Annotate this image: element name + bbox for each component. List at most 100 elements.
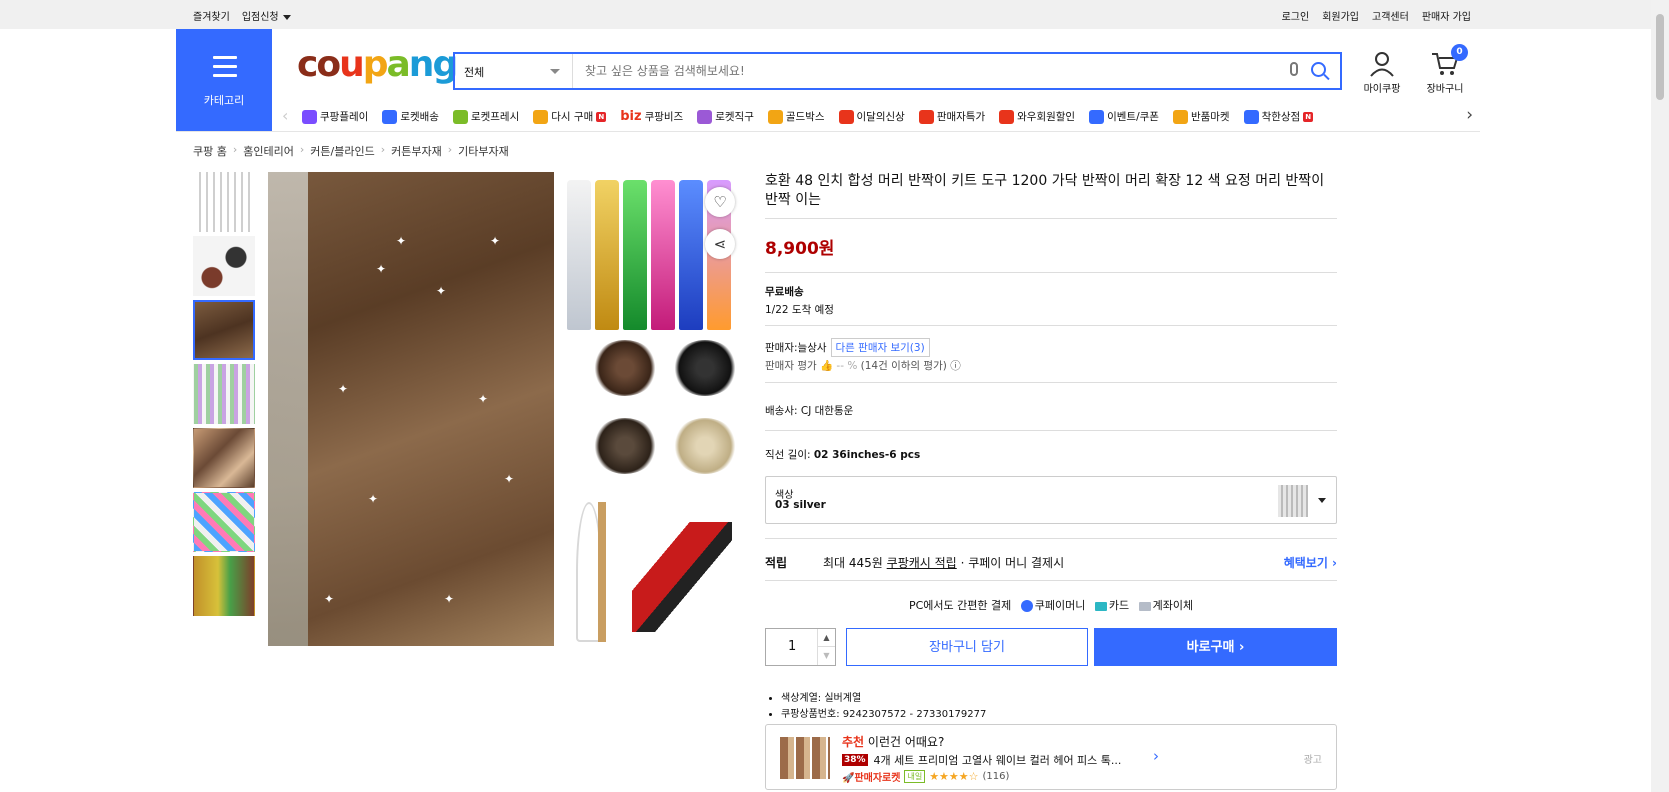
microphone-icon[interactable] xyxy=(1290,62,1298,76)
info-icon[interactable]: ⓘ xyxy=(950,360,961,372)
add-to-cart-button[interactable]: 장바구니 담기 xyxy=(846,628,1088,666)
breadcrumb-item[interactable]: 커튼부자재 xyxy=(391,143,442,159)
nav-item-label: 로켓직구 xyxy=(715,111,754,123)
nav-next-icon[interactable]: › xyxy=(1466,105,1473,125)
sparkle-icon: ✦ xyxy=(376,262,387,276)
nav-item-icon xyxy=(302,109,317,124)
nav-item-icon: biz xyxy=(620,109,642,124)
nav-item-icon xyxy=(697,109,713,124)
thumbnail-7[interactable] xyxy=(193,556,255,616)
heart-icon[interactable]: ♡ xyxy=(705,187,735,217)
breadcrumb: 쿠팡 홈 › 홈인테리어 › 커튼/블라인드 › 커튼부자재 › 기타부자재 xyxy=(193,143,509,159)
nav-item[interactable]: 다시 구매 N xyxy=(533,109,607,124)
nav-item-icon xyxy=(838,109,854,124)
benefit-link[interactable]: 혜택보기 › xyxy=(1284,554,1337,571)
thumbnail-3-selected[interactable] xyxy=(193,300,255,360)
nav-item-icon xyxy=(382,109,398,124)
customer-center-link[interactable]: 고객센터 xyxy=(1372,8,1409,23)
nav-prev-icon[interactable]: ‹ xyxy=(282,106,288,125)
search-input[interactable] xyxy=(583,60,1223,82)
increment-icon[interactable]: ▲ xyxy=(818,629,835,647)
thumbnail-6[interactable] xyxy=(193,492,255,552)
nav-item[interactable]: biz 쿠팡비즈 xyxy=(620,109,683,124)
nav-item-icon xyxy=(1172,109,1188,124)
beads-blonde xyxy=(672,418,738,474)
breadcrumb-item[interactable]: 기타부자재 xyxy=(458,143,509,159)
search-icon[interactable] xyxy=(1311,62,1326,77)
caret-down-icon xyxy=(282,14,291,20)
breadcrumb-item[interactable]: 홈인테리어 xyxy=(243,143,294,159)
search-bar: 전체 xyxy=(453,52,1342,90)
reward-tail: · 쿠페이 머니 결제시 xyxy=(960,556,1065,570)
seller-rating: 판매자 평가 👍 -- % (14건 이하의 평가) ⓘ xyxy=(765,358,961,373)
product-main-image[interactable]: ✦ ✦ ✦ ✦ ✦ ✦ ✦ ✦ ✦ ✦ xyxy=(268,172,554,646)
beads-dark xyxy=(592,418,658,474)
pliers-tool xyxy=(632,522,732,632)
nav-item[interactable]: 쿠팡플레이 xyxy=(302,109,368,124)
other-sellers-button[interactable]: 다른 판매자 보기(3) xyxy=(830,338,930,357)
sell-apply-label: 입점신청 xyxy=(241,12,279,23)
nav-item[interactable]: 이달의신상 xyxy=(838,109,905,124)
cart-button[interactable]: 0 장바구니 xyxy=(1422,44,1468,95)
chevron-right-icon[interactable]: › xyxy=(1153,747,1159,765)
thumbnail-4[interactable] xyxy=(193,364,255,424)
nav-item[interactable]: 와우회원할인 xyxy=(999,109,1075,124)
seller-name: 늘상사 xyxy=(797,342,827,354)
category-nav: ‹ 쿠팡플레이 로켓배송 로켓프레시 다시 구매 N biz 쿠팡비즈 로켓직구 골드박스 이달의… xyxy=(272,104,1479,131)
sparkle-icon: ✦ xyxy=(504,472,515,486)
nav-item-icon xyxy=(452,109,468,124)
sell-apply-link[interactable]: 입점신청 xyxy=(242,8,291,23)
login-link[interactable]: 로그인 xyxy=(1282,8,1310,23)
breadcrumb-item[interactable]: 쿠팡 홈 xyxy=(193,143,227,159)
coupay-icon xyxy=(1020,600,1033,612)
top-utility-bar: 즐겨찾기 입점신청 로그인 회원가입 고객센터 판매자 가입 xyxy=(0,0,1651,29)
sparkle-icon: ✦ xyxy=(478,392,489,406)
nav-item[interactable]: 로켓직구 xyxy=(697,109,754,124)
search-scope-select[interactable]: 전체 xyxy=(455,54,573,88)
pay-money-label: 쿠페이머니 xyxy=(1034,599,1086,612)
quantity-spinner: ▲ ▼ xyxy=(817,629,835,665)
nav-item-icon xyxy=(1243,109,1259,124)
recommendation-card[interactable]: 추천 이런건 어때요? 38% 4개 세트 프리미엄 고열사 웨이브 컬러 헤어… xyxy=(765,724,1337,790)
scrollbar-thumb[interactable] xyxy=(1656,14,1664,100)
signup-link[interactable]: 회원가입 xyxy=(1322,8,1359,23)
nav-item[interactable]: 이벤트/쿠폰 xyxy=(1089,109,1159,124)
recommendation-meta: 🚀판매자로켓 내일 ★★★★☆ (116) xyxy=(842,769,1009,784)
breadcrumb-item[interactable]: 커튼/블라인드 xyxy=(310,143,374,159)
benefit-label: 혜택보기 xyxy=(1283,556,1328,570)
nav-item[interactable]: 반품마켓 xyxy=(1172,109,1230,124)
beads-black xyxy=(672,340,738,396)
nav-item[interactable]: 로켓프레시 xyxy=(452,109,519,124)
seller-signup-link[interactable]: 판매자 가입 xyxy=(1422,8,1471,23)
nav-item-label: 다시 구매 xyxy=(551,111,594,123)
shipping-label: 무료배송 xyxy=(765,286,804,298)
nav-item[interactable]: 로켓배송 xyxy=(382,109,439,124)
nav-item[interactable]: 골드박스 xyxy=(767,109,825,124)
hamburger-icon xyxy=(213,56,237,83)
nav-item-icon xyxy=(767,109,783,124)
nav-item[interactable]: 판매자특가 xyxy=(918,109,985,124)
thumbnail-1[interactable] xyxy=(193,172,255,232)
color-select[interactable]: 색상 03 silver xyxy=(765,476,1337,524)
decrement-icon[interactable]: ▼ xyxy=(818,647,835,664)
share-icon[interactable]: ⋖ xyxy=(705,229,735,259)
buy-now-button[interactable]: 바로구매 › xyxy=(1094,628,1337,666)
product-price: 8,900원 xyxy=(765,239,835,259)
product-attributes: 색상계열: 실버계열 쿠팡상품번호: 9242307572 - 27330179… xyxy=(765,691,986,723)
favorites-link[interactable]: 즐겨찾기 xyxy=(193,8,230,23)
strand-pink xyxy=(651,180,675,330)
category-button[interactable]: 카테고리 xyxy=(176,29,272,131)
thumbnail-2[interactable] xyxy=(193,236,255,296)
thumbnail-5[interactable] xyxy=(193,428,255,488)
coupang-logo[interactable]: coupang xyxy=(297,44,458,85)
nav-item-label: 로켓배송 xyxy=(400,111,439,123)
quantity-value: 1 xyxy=(788,639,797,654)
divider xyxy=(765,538,1337,539)
nav-item-label: 쿠팡비즈 xyxy=(644,111,684,123)
mycoupang-button[interactable]: 마이쿠팡 xyxy=(1361,51,1403,95)
scrollbar[interactable] xyxy=(1651,0,1669,792)
coupang-cash-link[interactable]: 쿠팡캐시 적립 xyxy=(887,554,957,571)
nav-item[interactable]: 착한상점 N xyxy=(1243,109,1314,124)
quantity-stepper[interactable]: 1 ▲ ▼ xyxy=(765,628,836,666)
recommendation-heading: 추천 이런건 어때요? xyxy=(842,733,944,750)
